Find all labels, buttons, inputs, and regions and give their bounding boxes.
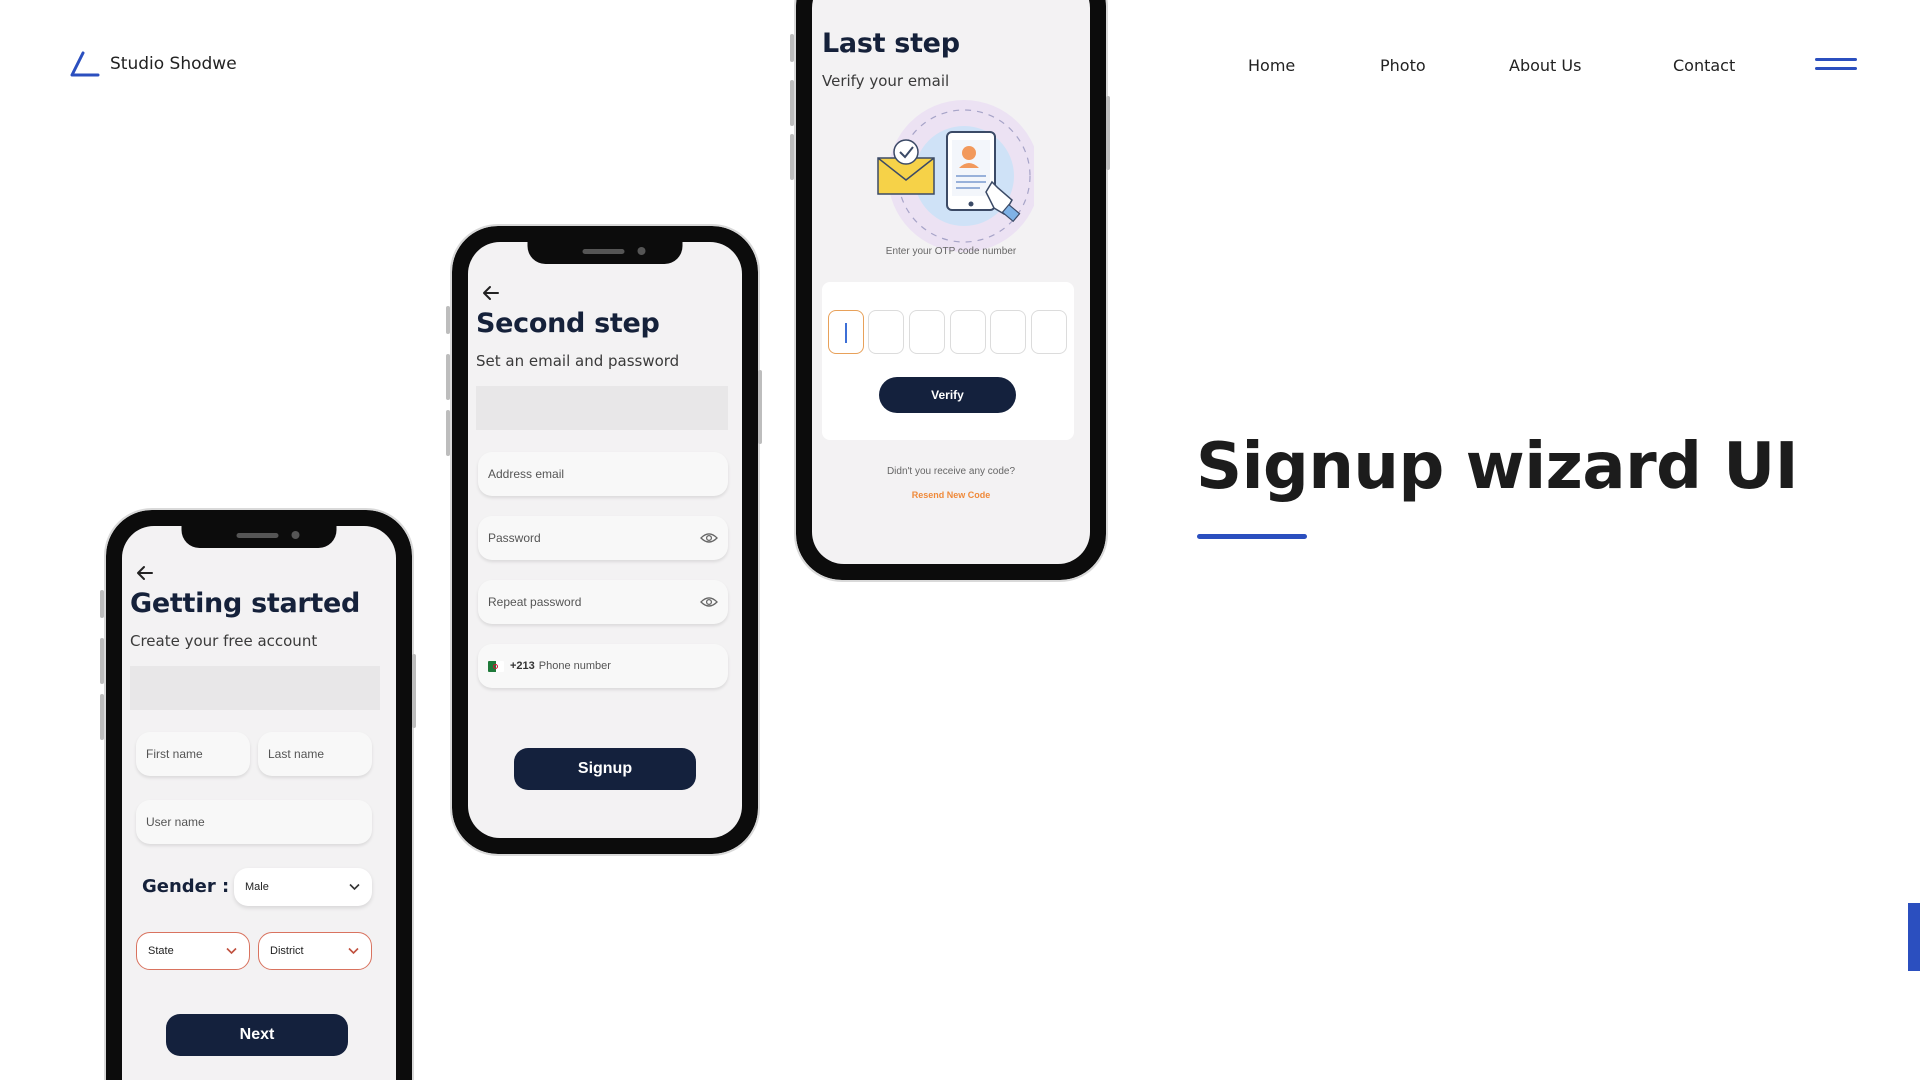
- phone-country-code: +213: [510, 660, 535, 672]
- phone-getting-started: Getting started Create your free account…: [100, 508, 416, 1080]
- eye-icon[interactable]: [700, 532, 718, 544]
- screen-subtitle: Create your free account: [130, 632, 318, 650]
- nav-link-photo[interactable]: Photo: [1380, 56, 1426, 75]
- last-name-field[interactable]: Last name: [258, 732, 372, 776]
- screen-title: Last step: [822, 28, 960, 59]
- phone-side-button: [100, 590, 104, 618]
- hamburger-menu-icon[interactable]: [1815, 58, 1857, 72]
- password-field[interactable]: Password: [478, 516, 728, 560]
- screen-subtitle: Set an email and password: [476, 352, 680, 370]
- phone-screen: Second step Set an email and password Ad…: [468, 242, 742, 838]
- nav-link-home[interactable]: Home: [1248, 56, 1295, 75]
- eye-icon[interactable]: [700, 596, 718, 608]
- otp-digit-1[interactable]: [828, 310, 864, 354]
- gender-select[interactable]: Male: [234, 868, 372, 906]
- chevron-down-icon: [226, 947, 237, 955]
- repeat-password-placeholder: Repeat password: [488, 595, 582, 609]
- phone-side-button: [1106, 96, 1110, 170]
- phone-side-button: [446, 410, 450, 456]
- phone-notch: [181, 524, 337, 548]
- phone-last-step: Last step Verify your email Enter your O…: [790, 0, 1110, 582]
- next-button[interactable]: Next: [166, 1014, 348, 1056]
- otp-digit-5[interactable]: [990, 310, 1026, 354]
- algeria-flag-icon: [488, 660, 504, 672]
- phone-number-field[interactable]: +213 Phone number: [478, 644, 728, 688]
- first-name-field[interactable]: First name: [136, 732, 250, 776]
- resend-code-link[interactable]: Resend New Code: [812, 490, 1090, 500]
- verify-button[interactable]: Verify: [879, 377, 1016, 413]
- otp-digit-3[interactable]: [909, 310, 945, 354]
- otp-digit-6[interactable]: [1031, 310, 1067, 354]
- screen-title: Getting started: [130, 588, 361, 619]
- verify-email-illustration: [877, 100, 1034, 252]
- nav-link-contact[interactable]: Contact: [1673, 56, 1735, 75]
- phone-second-step: Second step Set an email and password Ad…: [446, 224, 762, 856]
- otp-digit-4[interactable]: [950, 310, 986, 354]
- state-select[interactable]: State: [136, 932, 250, 970]
- district-select[interactable]: District: [258, 932, 372, 970]
- username-field[interactable]: User name: [136, 800, 372, 844]
- phone-side-button: [790, 34, 794, 62]
- phone-side-button: [758, 370, 762, 444]
- phone-notch: [527, 240, 683, 264]
- otp-prompt: Enter your OTP code number: [885, 246, 1017, 257]
- phone-screen: Last step Verify your email Enter your O…: [812, 0, 1090, 564]
- chevron-down-icon: [348, 947, 359, 955]
- phone-side-button: [446, 354, 450, 400]
- phone-side-button: [446, 306, 450, 334]
- repeat-password-field[interactable]: Repeat password: [478, 580, 728, 624]
- email-field[interactable]: Address email: [478, 452, 728, 496]
- phone-side-button: [790, 134, 794, 180]
- district-select-value: District: [270, 945, 304, 957]
- hero-title: Signup wizard UI: [1196, 430, 1799, 504]
- gender-label: Gender :: [142, 876, 230, 897]
- otp-card: Verify: [822, 282, 1074, 440]
- nav-link-about-us[interactable]: About Us: [1509, 56, 1581, 75]
- hero-underline: [1197, 534, 1307, 539]
- progress-banner: [130, 666, 380, 710]
- chevron-down-icon: [349, 883, 360, 891]
- phone-number-placeholder: Phone number: [538, 660, 611, 672]
- progress-banner: [476, 386, 728, 430]
- phone-side-button: [790, 80, 794, 126]
- back-arrow-icon[interactable]: [134, 562, 156, 584]
- gender-select-value: Male: [245, 881, 269, 893]
- back-arrow-icon[interactable]: [480, 282, 502, 304]
- screen-subtitle: Verify your email: [822, 72, 950, 90]
- phone-side-button: [412, 654, 416, 728]
- phone-side-button: [100, 638, 104, 684]
- screen-title: Second step: [476, 308, 660, 339]
- no-code-text: Didn't you receive any code?: [886, 466, 1016, 477]
- signup-button[interactable]: Signup: [514, 748, 696, 790]
- phone-screen: Getting started Create your free account…: [122, 526, 396, 1080]
- password-placeholder: Password: [488, 531, 541, 545]
- state-select-value: State: [148, 945, 174, 957]
- edge-accent-tab: [1908, 903, 1920, 971]
- phone-side-button: [100, 694, 104, 740]
- otp-digit-2[interactable]: [868, 310, 904, 354]
